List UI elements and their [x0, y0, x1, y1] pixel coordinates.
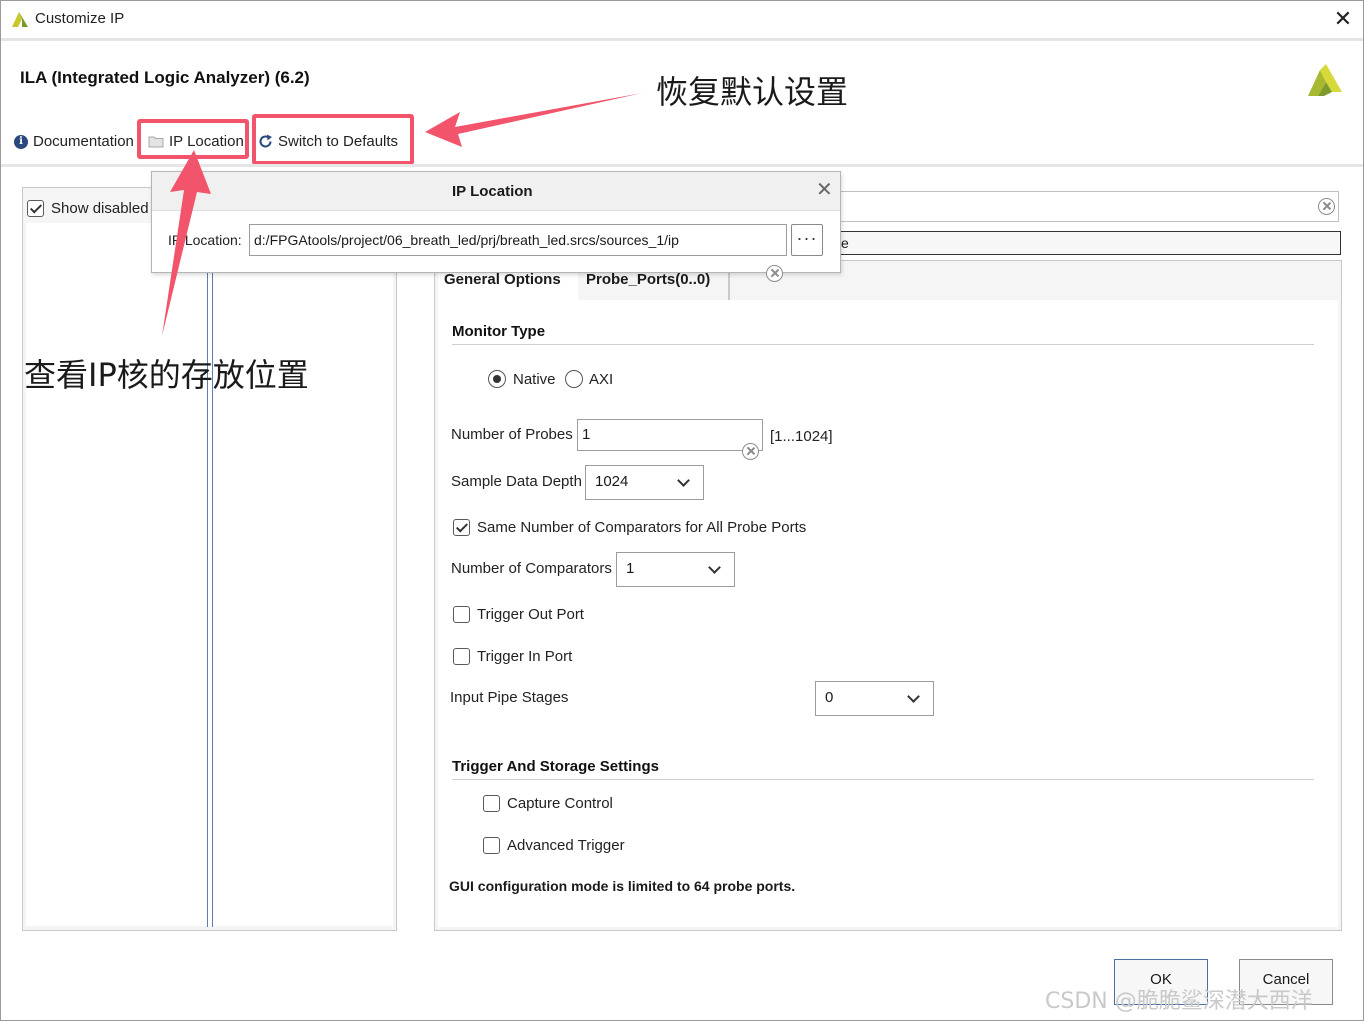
defaults-arrow [425, 93, 642, 147]
same-comparators-checkbox[interactable] [453, 519, 470, 536]
trigger-storage-divider [452, 779, 1314, 780]
monitor-type-divider [452, 344, 1314, 345]
ip-location-field-label: IP Location: [168, 232, 242, 248]
xilinx-logo-icon [1308, 64, 1342, 96]
component-name-clear-icon[interactable] [1318, 198, 1335, 215]
ip-title: ILA (Integrated Logic Analyzer) (6.2) [20, 68, 310, 87]
input-pipe-stages-label: Input Pipe Stages [450, 689, 569, 706]
trigger-out-port-label: Trigger Out Port [477, 606, 584, 623]
number-of-probes-clear-icon[interactable] [742, 443, 759, 460]
number-of-comparators-value: 1 [626, 560, 635, 577]
title-separator [0, 38, 1364, 41]
axi-radio-option[interactable]: AXI [565, 370, 613, 388]
window-title: Customize IP [35, 10, 125, 27]
native-radio[interactable] [488, 370, 506, 388]
trigger-in-port-label: Trigger In Port [477, 648, 573, 665]
sample-data-depth-value: 1024 [595, 473, 629, 490]
info-icon: i [14, 134, 28, 149]
title-bar [0, 0, 1364, 38]
toolbar-separator [0, 164, 1364, 167]
capture-control-option[interactable]: Capture Control [483, 795, 613, 812]
same-comparators-option[interactable]: Same Number of Comparators for All Probe… [453, 519, 806, 536]
number-of-comparators-label: Number of Comparators [451, 560, 612, 577]
advanced-trigger-checkbox[interactable] [483, 837, 500, 854]
show-disabled-checkbox[interactable] [27, 200, 44, 217]
ip-location-popup-title: IP Location [452, 183, 533, 200]
trigger-out-port-option[interactable]: Trigger Out Port [453, 606, 584, 623]
show-disabled-option[interactable]: Show disabled [27, 200, 149, 217]
monitor-type-title: Monitor Type [452, 323, 546, 340]
browse-button[interactable]: ··· [791, 224, 823, 256]
number-of-probes-input[interactable]: 1 [577, 419, 763, 451]
advanced-trigger-option[interactable]: Advanced Trigger [483, 837, 625, 854]
window-close-icon[interactable]: ✕ [1330, 6, 1356, 32]
capture-control-label: Capture Control [507, 795, 613, 812]
documentation-menu[interactable]: i Documentation [14, 133, 134, 150]
native-radio-option[interactable]: Native [488, 370, 556, 388]
ip-location-highlight [137, 119, 249, 159]
trigger-storage-title: Trigger And Storage Settings [452, 758, 659, 775]
component-name-field[interactable] [838, 191, 1339, 222]
trigger-in-port-option[interactable]: Trigger In Port [453, 648, 572, 665]
axi-radio[interactable] [565, 370, 583, 388]
ip-location-clear-icon[interactable] [766, 265, 783, 282]
number-of-probes-range: [1...1024] [770, 428, 833, 445]
watermark: CSDN @脆脆鲨深潜大西洋 [1045, 989, 1313, 1014]
number-of-probes-label: Number of Probes [451, 426, 573, 443]
documentation-label: Documentation [33, 133, 134, 150]
axi-label: AXI [589, 370, 614, 388]
vivado-logo-icon [12, 12, 28, 27]
defaults-annotation: 恢复默认设置 [656, 73, 849, 111]
ip-location-path-input[interactable]: d:/FPGAtools/project/06_breath_led/prj/b… [249, 224, 787, 256]
location-annotation: 查看IP核的存放位置 [24, 356, 309, 394]
probe-limit-note: GUI configuration mode is limited to 64 … [449, 878, 796, 894]
popup-close-icon[interactable]: ✕ [816, 180, 833, 200]
show-disabled-label: Show disabled [51, 200, 149, 217]
capture-control-checkbox[interactable] [483, 795, 500, 812]
advanced-trigger-label: Advanced Trigger [507, 837, 625, 854]
trigger-in-port-checkbox[interactable] [453, 648, 470, 665]
component-name-strip: e [838, 231, 1341, 255]
switch-defaults-highlight [252, 114, 414, 165]
native-label: Native [513, 370, 556, 388]
trigger-out-port-checkbox[interactable] [453, 606, 470, 623]
same-comparators-label: Same Number of Comparators for All Probe… [477, 519, 807, 536]
input-pipe-stages-value: 0 [825, 689, 834, 706]
sample-data-depth-label: Sample Data Depth [451, 473, 582, 490]
